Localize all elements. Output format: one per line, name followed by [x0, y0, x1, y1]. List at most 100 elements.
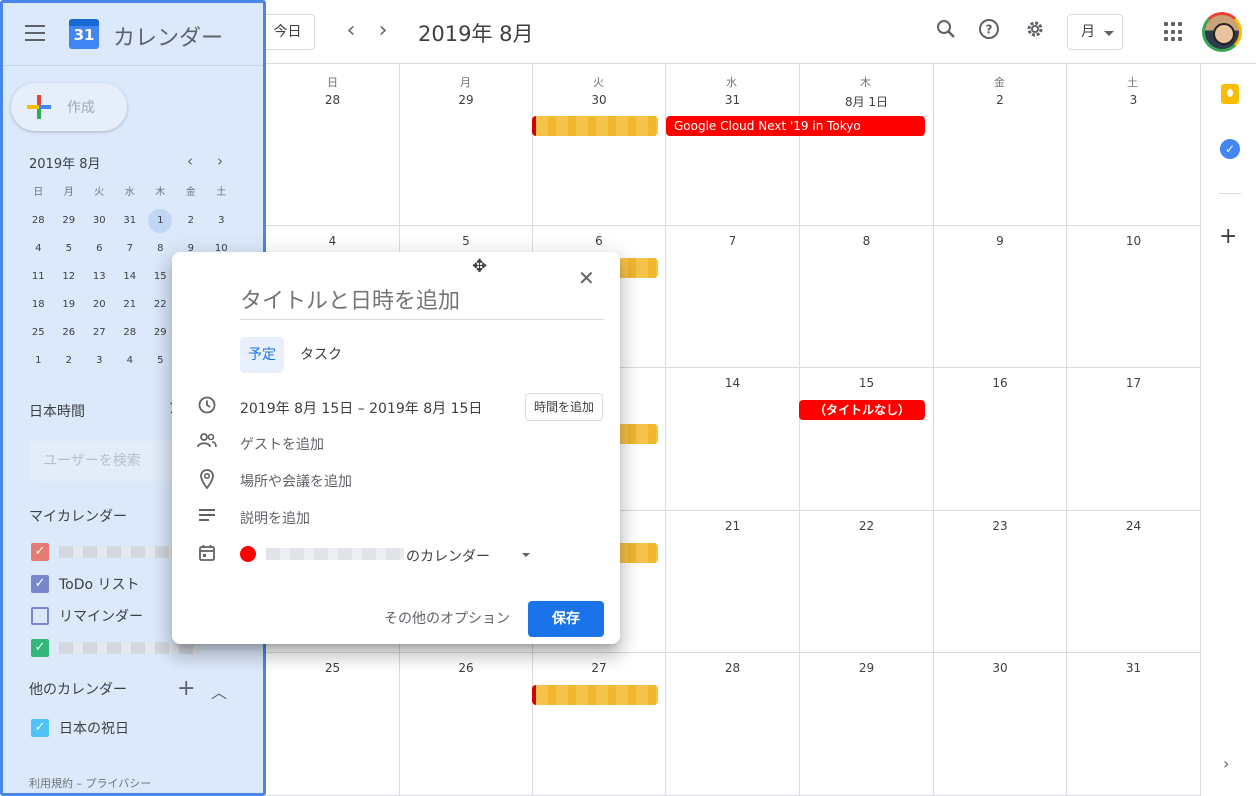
calendar-event[interactable]	[532, 685, 658, 705]
mini-day[interactable]: 27	[84, 319, 115, 347]
checkbox-checked-icon[interactable]: ✓	[31, 543, 49, 561]
mini-day[interactable]: 5	[54, 235, 85, 263]
footer-links[interactable]: 利用規約 – プライバシー	[29, 775, 151, 791]
mini-day[interactable]: 4	[115, 347, 146, 375]
day-cell[interactable]: 29	[399, 64, 532, 226]
mini-next-icon[interactable]: ›	[217, 152, 223, 170]
day-cell[interactable]: 30	[532, 64, 665, 226]
today-button[interactable]: 今日	[260, 14, 315, 50]
day-cell[interactable]: 2	[933, 64, 1066, 226]
mini-day[interactable]: 26	[54, 319, 85, 347]
mini-day[interactable]: 3	[84, 347, 115, 375]
mini-day[interactable]: 2	[176, 207, 207, 235]
caret-down-icon[interactable]	[522, 553, 530, 557]
day-cell[interactable]: 28	[266, 64, 399, 226]
mini-day[interactable]: 28	[23, 207, 54, 235]
day-cell[interactable]: 31	[1066, 653, 1200, 796]
help-icon[interactable]: ?	[975, 18, 1003, 46]
day-cell[interactable]: 28	[665, 653, 799, 796]
day-cell[interactable]: 21	[665, 511, 799, 653]
main-menu-icon[interactable]	[25, 25, 45, 41]
event-title-input[interactable]	[240, 284, 604, 320]
location-row[interactable]: 場所や会議を追加	[196, 467, 606, 495]
add-calendar-icon[interactable]: +	[177, 676, 195, 701]
mini-day[interactable]: 2	[54, 347, 85, 375]
mini-day[interactable]: 12	[54, 263, 85, 291]
day-cell[interactable]: 14	[665, 368, 799, 511]
mini-day[interactable]: 18	[23, 291, 54, 319]
next-month-button[interactable]: ›	[371, 18, 395, 46]
day-cell[interactable]: 7	[665, 226, 799, 368]
view-select[interactable]: 月	[1067, 14, 1123, 50]
mini-prev-icon[interactable]: ‹	[187, 152, 193, 170]
day-cell[interactable]: 24	[1066, 511, 1200, 653]
calendar-name[interactable]: のカレンダー	[406, 546, 490, 566]
day-cell[interactable]: 31	[665, 64, 799, 226]
add-addon-icon[interactable]: +	[1219, 224, 1237, 249]
day-cell[interactable]: 16	[933, 368, 1066, 511]
guests-row[interactable]: ゲストを追加	[196, 430, 606, 458]
mini-day[interactable]: 8	[145, 235, 176, 263]
day-cell[interactable]: 29	[799, 653, 933, 796]
day-cell[interactable]: 10	[1066, 226, 1200, 368]
chevron-right-icon[interactable]: ›	[1223, 754, 1229, 773]
mini-day[interactable]: 19	[54, 291, 85, 319]
collapse-chevron-icon[interactable]: ︿	[211, 679, 227, 703]
mini-day[interactable]: 29	[54, 207, 85, 235]
search-icon[interactable]	[932, 18, 960, 46]
save-button[interactable]: 保存	[528, 601, 604, 637]
calendar-event[interactable]	[532, 116, 658, 136]
day-cell[interactable]: 17	[1066, 368, 1200, 511]
description-row[interactable]: 説明を追加	[196, 504, 606, 532]
mini-day[interactable]: 15	[145, 263, 176, 291]
mini-day[interactable]: 22	[145, 291, 176, 319]
tasks-icon[interactable]: ✓	[1220, 139, 1240, 159]
day-cell[interactable]: 3	[1066, 64, 1200, 226]
mini-day[interactable]: 31	[115, 207, 146, 235]
mini-day[interactable]: 30	[84, 207, 115, 235]
create-button[interactable]: 作成	[11, 83, 127, 131]
mini-day[interactable]: 20	[84, 291, 115, 319]
checkbox-checked-icon[interactable]: ✓	[31, 639, 49, 657]
checkbox-checked-icon[interactable]: ✓	[31, 719, 49, 737]
day-cell[interactable]: 30	[933, 653, 1066, 796]
account-avatar[interactable]	[1202, 12, 1242, 52]
day-cell[interactable]: 27	[532, 653, 665, 796]
mini-day[interactable]: 1	[23, 347, 54, 375]
mini-day[interactable]: 5	[145, 347, 176, 375]
mini-day[interactable]: 11	[23, 263, 54, 291]
mini-day[interactable]: 21	[115, 291, 146, 319]
mini-day[interactable]: 29	[145, 319, 176, 347]
keep-icon[interactable]	[1221, 84, 1239, 104]
mini-day[interactable]: 13	[84, 263, 115, 291]
calendar-row[interactable]: のカレンダー	[196, 542, 606, 570]
calendar-event[interactable]: Google Cloud Next '19 in Tokyo	[666, 116, 925, 136]
day-cell[interactable]: 23	[933, 511, 1066, 653]
calendar-event[interactable]: （タイトルなし）	[799, 400, 925, 420]
date-range[interactable]: 2019年 8月 15日 – 2019年 8月 15日	[240, 398, 482, 418]
mini-day[interactable]: 28	[115, 319, 146, 347]
calendar-item[interactable]: ✓ 日本の祝日	[29, 716, 229, 740]
mini-day[interactable]: 7	[115, 235, 146, 263]
mini-day[interactable]: 14	[115, 263, 146, 291]
tab-event[interactable]: 予定	[240, 337, 284, 373]
more-options-button[interactable]: その他のオプション	[376, 601, 518, 637]
day-cell[interactable]: 15	[799, 368, 933, 511]
apps-grid-icon[interactable]	[1164, 22, 1184, 42]
mini-day[interactable]: 4	[23, 235, 54, 263]
mini-day[interactable]: 3	[206, 207, 237, 235]
day-cell[interactable]: 8月 1日	[799, 64, 933, 226]
add-time-button[interactable]: 時間を追加	[525, 393, 604, 421]
checkbox-unchecked-icon[interactable]	[31, 607, 49, 625]
checkbox-checked-icon[interactable]: ✓	[31, 575, 49, 593]
day-cell[interactable]: 9	[933, 226, 1066, 368]
mini-day[interactable]: 1	[145, 207, 176, 235]
day-cell[interactable]: 22	[799, 511, 933, 653]
day-cell[interactable]: 8	[799, 226, 933, 368]
prev-month-button[interactable]: ‹	[339, 18, 363, 46]
mini-day[interactable]: 25	[23, 319, 54, 347]
day-cell[interactable]: 26	[399, 653, 532, 796]
settings-gear-icon[interactable]	[1021, 18, 1049, 46]
tab-task[interactable]: タスク	[292, 337, 350, 373]
mini-day[interactable]: 6	[84, 235, 115, 263]
